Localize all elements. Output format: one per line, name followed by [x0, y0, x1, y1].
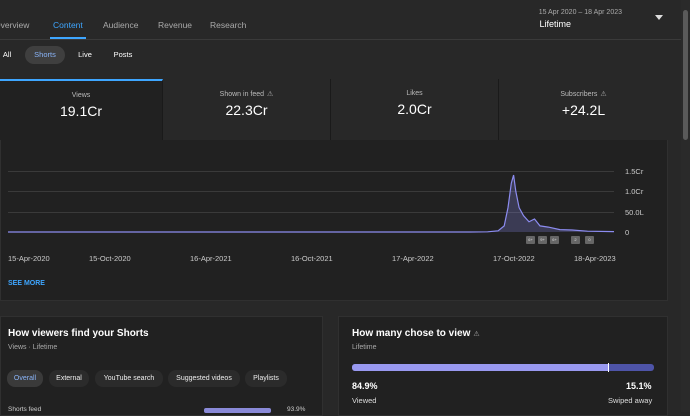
- chip-youtube-search[interactable]: YouTube search: [95, 370, 163, 387]
- bar-divider: [608, 363, 610, 372]
- tab-research[interactable]: Research: [210, 20, 246, 30]
- x-tick-label: 18-Apr-2023: [574, 254, 616, 263]
- chip-live[interactable]: Live: [70, 46, 100, 64]
- metric-card-shown-in-feed[interactable]: Shown in feed ⚠ 22.3Cr: [163, 79, 331, 140]
- y-tick-label: 50.0L: [625, 208, 644, 217]
- y-tick-label: 1.0Cr: [625, 187, 644, 196]
- x-tick-label: 17-Oct-2022: [493, 254, 535, 263]
- metric-value: +24.2L: [561, 102, 606, 118]
- chip-external[interactable]: External: [49, 370, 89, 387]
- metric-label: Subscribers: [560, 91, 598, 98]
- chip-all[interactable]: All: [0, 46, 14, 64]
- card-title: How viewers find your Shorts: [8, 328, 149, 339]
- metric-label: Shown in feed: [219, 91, 265, 98]
- chip-suggested-videos[interactable]: Suggested videos: [168, 370, 240, 387]
- tab-overview[interactable]: Overview: [0, 20, 29, 30]
- y-tick-label: 0: [625, 228, 630, 237]
- viewed-ratio-bar: [352, 363, 654, 372]
- warning-icon: ⚠: [473, 331, 480, 338]
- source-row-bar: [204, 408, 271, 413]
- metric-card-subscribers[interactable]: Subscribers ⚠ +24.2L: [499, 79, 668, 140]
- metric-label: Likes: [406, 90, 423, 97]
- metric-value: 2.0Cr: [397, 101, 432, 117]
- scrollbar-thumb[interactable]: [683, 10, 688, 140]
- card-subtitle: Lifetime: [352, 344, 377, 351]
- x-tick-label: 17-Apr-2022: [392, 254, 434, 263]
- x-tick-label: 15-Oct-2020: [89, 254, 131, 263]
- x-tick-label: 16-Apr-2021: [190, 254, 232, 263]
- see-more-link[interactable]: SEE MORE: [8, 280, 45, 287]
- tab-audience[interactable]: Audience: [103, 20, 138, 30]
- metric-card-views[interactable]: Views 19.1Cr: [0, 79, 163, 140]
- chip-overall[interactable]: Overall: [7, 370, 43, 387]
- viewed-bar-fill: [352, 364, 609, 371]
- video-marker[interactable]: 6+: [550, 236, 559, 244]
- metric-value: 22.3Cr: [225, 102, 268, 118]
- views-line-chart[interactable]: [8, 160, 614, 235]
- metric-label: Views: [71, 92, 91, 99]
- tab-active-indicator: [50, 37, 86, 39]
- viewed-label: Viewed: [352, 396, 377, 405]
- tab-revenue[interactable]: Revenue: [158, 20, 192, 30]
- y-tick-label: 1.5Cr: [625, 167, 644, 176]
- viewed-percent: 84.9%: [352, 381, 378, 391]
- x-tick-label: 15-Apr-2020: [8, 254, 50, 263]
- period-label[interactable]: Lifetime: [539, 19, 571, 29]
- chevron-down-icon[interactable]: [655, 15, 663, 20]
- card-subtitle: Views · Lifetime: [8, 344, 58, 351]
- video-marker[interactable]: 6+: [526, 236, 535, 244]
- metric-card-likes[interactable]: Likes 2.0Cr: [331, 79, 499, 140]
- warning-icon: ⚠: [267, 91, 274, 98]
- chip-posts[interactable]: Posts: [106, 46, 140, 64]
- series-area: [8, 175, 614, 232]
- swiped-percent: 15.1%: [626, 381, 652, 391]
- chip-shorts[interactable]: Shorts: [25, 46, 65, 64]
- video-marker[interactable]: 2: [571, 236, 580, 244]
- chip-playlists[interactable]: Playlists: [245, 370, 287, 387]
- tab-content[interactable]: Content: [53, 20, 83, 30]
- metric-value: 19.1Cr: [59, 103, 103, 119]
- x-tick-label: 16-Oct-2021: [291, 254, 333, 263]
- top-bar: Overview Content Audience Revenue Resear…: [0, 0, 690, 40]
- warning-icon: ⚠: [600, 91, 607, 98]
- swiped-label: Swiped away: [608, 396, 653, 405]
- card-title: How many chose to view ⚠: [352, 328, 480, 339]
- video-marker[interactable]: 0: [585, 236, 594, 244]
- date-range[interactable]: 15 Apr 2020 – 18 Apr 2023: [539, 9, 622, 16]
- video-marker[interactable]: 9+: [538, 236, 547, 244]
